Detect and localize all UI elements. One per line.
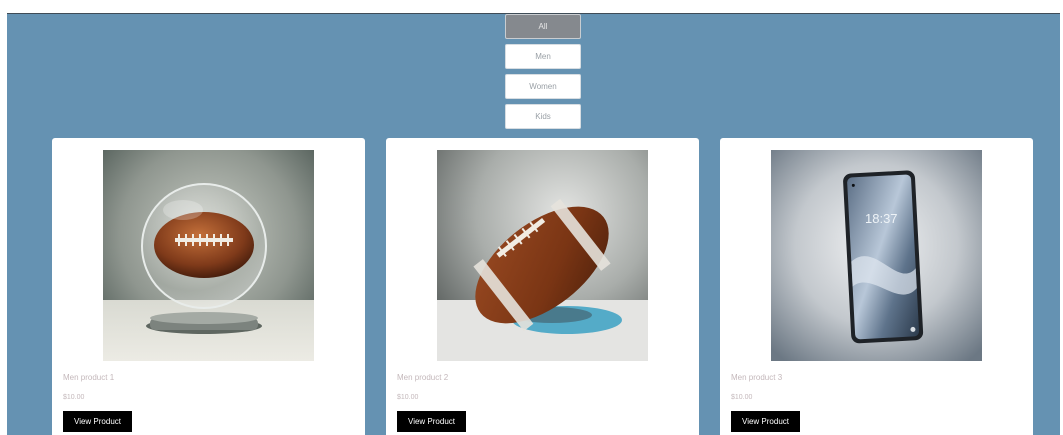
product-card: Men product 2 $10.00 View Product	[386, 138, 699, 435]
browser-viewport: All Men Women Kids Men product 1 $10.00 …	[0, 0, 1063, 435]
product-card: Men product 1 $10.00 View Product	[52, 138, 365, 435]
filter-all-button[interactable]: All	[505, 14, 581, 39]
product-price: $10.00	[731, 394, 753, 401]
product-name: Men product 2	[397, 373, 449, 382]
product-page: All Men Women Kids Men product 1 $10.00 …	[7, 13, 1060, 435]
view-product-button[interactable]: View Product	[63, 411, 132, 432]
product-name: Men product 3	[731, 373, 783, 382]
football-in-glass-sphere-image[interactable]	[103, 150, 314, 361]
football-image[interactable]	[437, 150, 648, 361]
product-card: 18:37 Men product 3 $10.00 View Product	[720, 138, 1033, 435]
view-product-button[interactable]: View Product	[731, 411, 800, 432]
product-price: $10.00	[397, 394, 419, 401]
product-price: $10.00	[63, 394, 85, 401]
filter-men-button[interactable]: Men	[505, 44, 581, 69]
filter-women-button[interactable]: Women	[505, 74, 581, 99]
phone-clock-text: 18:37	[865, 211, 898, 226]
category-filter-group: All Men Women Kids	[505, 14, 581, 134]
product-name: Men product 1	[63, 373, 115, 382]
view-product-button[interactable]: View Product	[397, 411, 466, 432]
smartphone-image[interactable]: 18:37	[771, 150, 982, 361]
filter-kids-button[interactable]: Kids	[505, 104, 581, 129]
